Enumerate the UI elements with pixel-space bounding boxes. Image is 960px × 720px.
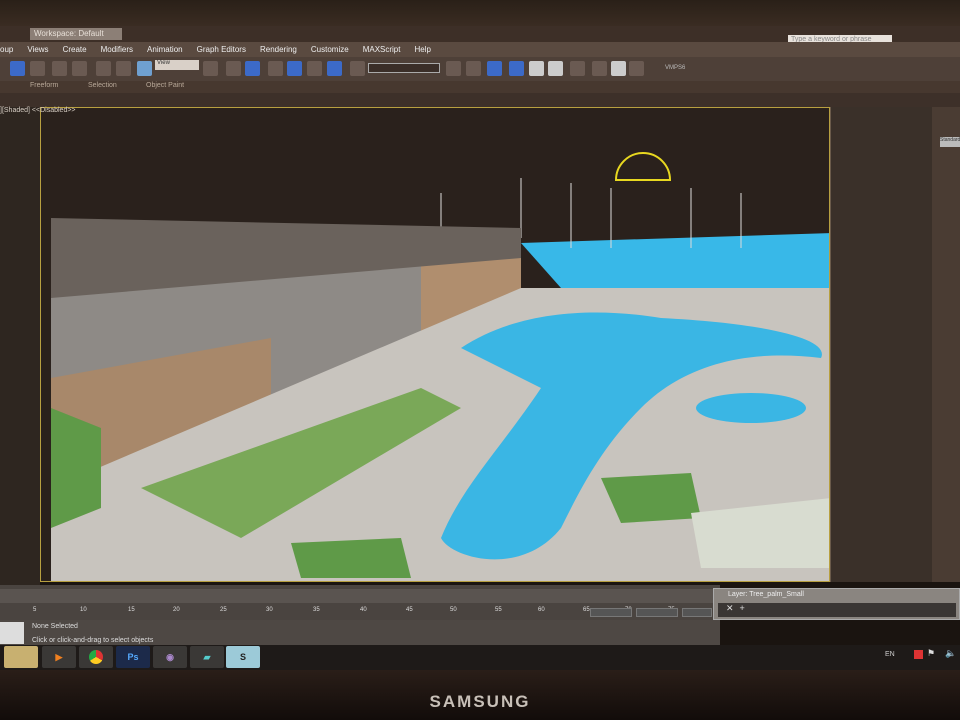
taskbar: ▶ Ps ◉ ▰ S EN ⚑ 🔈: [0, 645, 960, 670]
tab-freeform[interactable]: Freeform: [30, 82, 58, 89]
main-toolbar: VMPS6: [0, 57, 960, 81]
snap-toggle-icon[interactable]: [268, 61, 283, 76]
menu-bar: oup Views Create Modifiers Animation Gra…: [0, 42, 960, 57]
tick: 40: [360, 607, 367, 613]
toolbar-label: VMPS6: [665, 65, 686, 71]
select-object-icon[interactable]: [10, 61, 25, 76]
manipulate-icon[interactable]: [226, 61, 241, 76]
viber-icon[interactable]: ◉: [153, 646, 187, 668]
flag-icon[interactable]: ⚑: [927, 648, 935, 659]
menu-maxscript[interactable]: MAXScript: [363, 45, 401, 54]
tick: 50: [450, 607, 457, 613]
rectangle-selection-icon[interactable]: [52, 61, 67, 76]
tick: 30: [266, 607, 273, 613]
pivot-icon[interactable]: [203, 61, 218, 76]
tick: 65: [583, 607, 590, 613]
delete-layer-icon[interactable]: ✕: [726, 603, 740, 613]
app-icon[interactable]: ▰: [190, 646, 224, 668]
tab-selection[interactable]: Selection: [88, 82, 117, 89]
z-coordinate-field[interactable]: [682, 608, 712, 617]
edit-named-selection-icon[interactable]: [350, 61, 365, 76]
tick: 10: [80, 607, 87, 613]
ribbon-panel: [0, 93, 960, 107]
tab-object-paint[interactable]: Object Paint: [146, 82, 184, 89]
chrome-icon[interactable]: [79, 646, 113, 668]
menu-animation[interactable]: Animation: [147, 45, 183, 54]
menu-group[interactable]: oup: [0, 45, 13, 54]
menu-rendering[interactable]: Rendering: [260, 45, 297, 54]
command-panel: Standard: [932, 107, 960, 582]
tick: 15: [128, 607, 135, 613]
time-slider[interactable]: [0, 589, 720, 603]
move-icon[interactable]: [96, 61, 111, 76]
tick: 5: [33, 607, 37, 613]
layer-tools[interactable]: ✕+: [718, 603, 956, 617]
scale-icon[interactable]: [137, 61, 152, 76]
layer-window-title: Layer: Tree_palm_Small: [728, 591, 804, 598]
select-by-name-icon[interactable]: [30, 61, 45, 76]
left-panel: [0, 107, 40, 587]
maxscript-listener[interactable]: [0, 622, 24, 644]
tray-app-icon[interactable]: [914, 650, 923, 659]
perspective-viewport[interactable]: [40, 107, 830, 582]
rotate-icon[interactable]: [116, 61, 131, 76]
percent-snap-icon[interactable]: [307, 61, 322, 76]
x-coordinate-field[interactable]: [590, 608, 632, 617]
tick: 35: [313, 607, 320, 613]
layer-toolbar-window: Layer: Tree_palm_Small ✕+: [713, 588, 960, 620]
scene-explorer-icon[interactable]: [509, 61, 524, 76]
scene-render: [41, 108, 829, 581]
menu-graph-editors[interactable]: Graph Editors: [197, 45, 246, 54]
menu-help[interactable]: Help: [414, 45, 430, 54]
monitor-brand-logo: SAMSUNG: [429, 692, 531, 711]
tick: 20: [173, 607, 180, 613]
prompt-line: Click or click-and-drag to select object…: [32, 637, 154, 644]
menu-views[interactable]: Views: [27, 45, 48, 54]
curve-editor-icon[interactable]: [529, 61, 544, 76]
workspace-dropdown[interactable]: Workspace: Default: [30, 28, 122, 40]
window-crossing-icon[interactable]: [72, 61, 87, 76]
angle-snap-icon[interactable]: [287, 61, 302, 76]
render-setup-icon[interactable]: [592, 61, 607, 76]
selection-status: None Selected: [32, 623, 78, 630]
viewport-side-area: [830, 107, 932, 582]
object-type-dropdown[interactable]: Standard: [940, 137, 960, 147]
render-icon[interactable]: [629, 61, 644, 76]
named-selection-set-input[interactable]: [368, 63, 440, 73]
menu-modifiers[interactable]: Modifiers: [101, 45, 133, 54]
monitor-bezel-top: [0, 0, 960, 26]
reference-coordinate-dropdown[interactable]: View: [155, 60, 199, 70]
photoshop-icon[interactable]: Ps: [116, 646, 150, 668]
keyboard-shortcut-icon[interactable]: [245, 61, 260, 76]
menu-create[interactable]: Create: [63, 45, 87, 54]
ribbon-tabs: Freeform Selection Object Paint: [0, 81, 960, 93]
media-player-icon[interactable]: ▶: [42, 646, 76, 668]
y-coordinate-field[interactable]: [636, 608, 678, 617]
tick: 55: [495, 607, 502, 613]
3ds-max-icon[interactable]: S: [226, 646, 260, 668]
tick: 25: [220, 607, 227, 613]
tick: 45: [406, 607, 413, 613]
spinner-snap-icon[interactable]: [327, 61, 342, 76]
align-icon[interactable]: [466, 61, 481, 76]
viewport-label[interactable]: ][Shaded] <<Disabled>>: [0, 107, 76, 114]
add-layer-icon[interactable]: +: [740, 603, 751, 613]
status-bar: None Selected Click or click-and-drag to…: [0, 608, 720, 648]
language-indicator[interactable]: EN: [885, 651, 895, 658]
schematic-view-icon[interactable]: [548, 61, 563, 76]
material-editor-icon[interactable]: [570, 61, 585, 76]
volume-icon[interactable]: 🔈: [945, 648, 956, 659]
explorer-icon[interactable]: [4, 646, 38, 668]
mirror-icon[interactable]: [446, 61, 461, 76]
rendered-frame-icon[interactable]: [611, 61, 626, 76]
tick: 60: [538, 607, 545, 613]
layer-manager-icon[interactable]: [487, 61, 502, 76]
menu-customize[interactable]: Customize: [311, 45, 349, 54]
